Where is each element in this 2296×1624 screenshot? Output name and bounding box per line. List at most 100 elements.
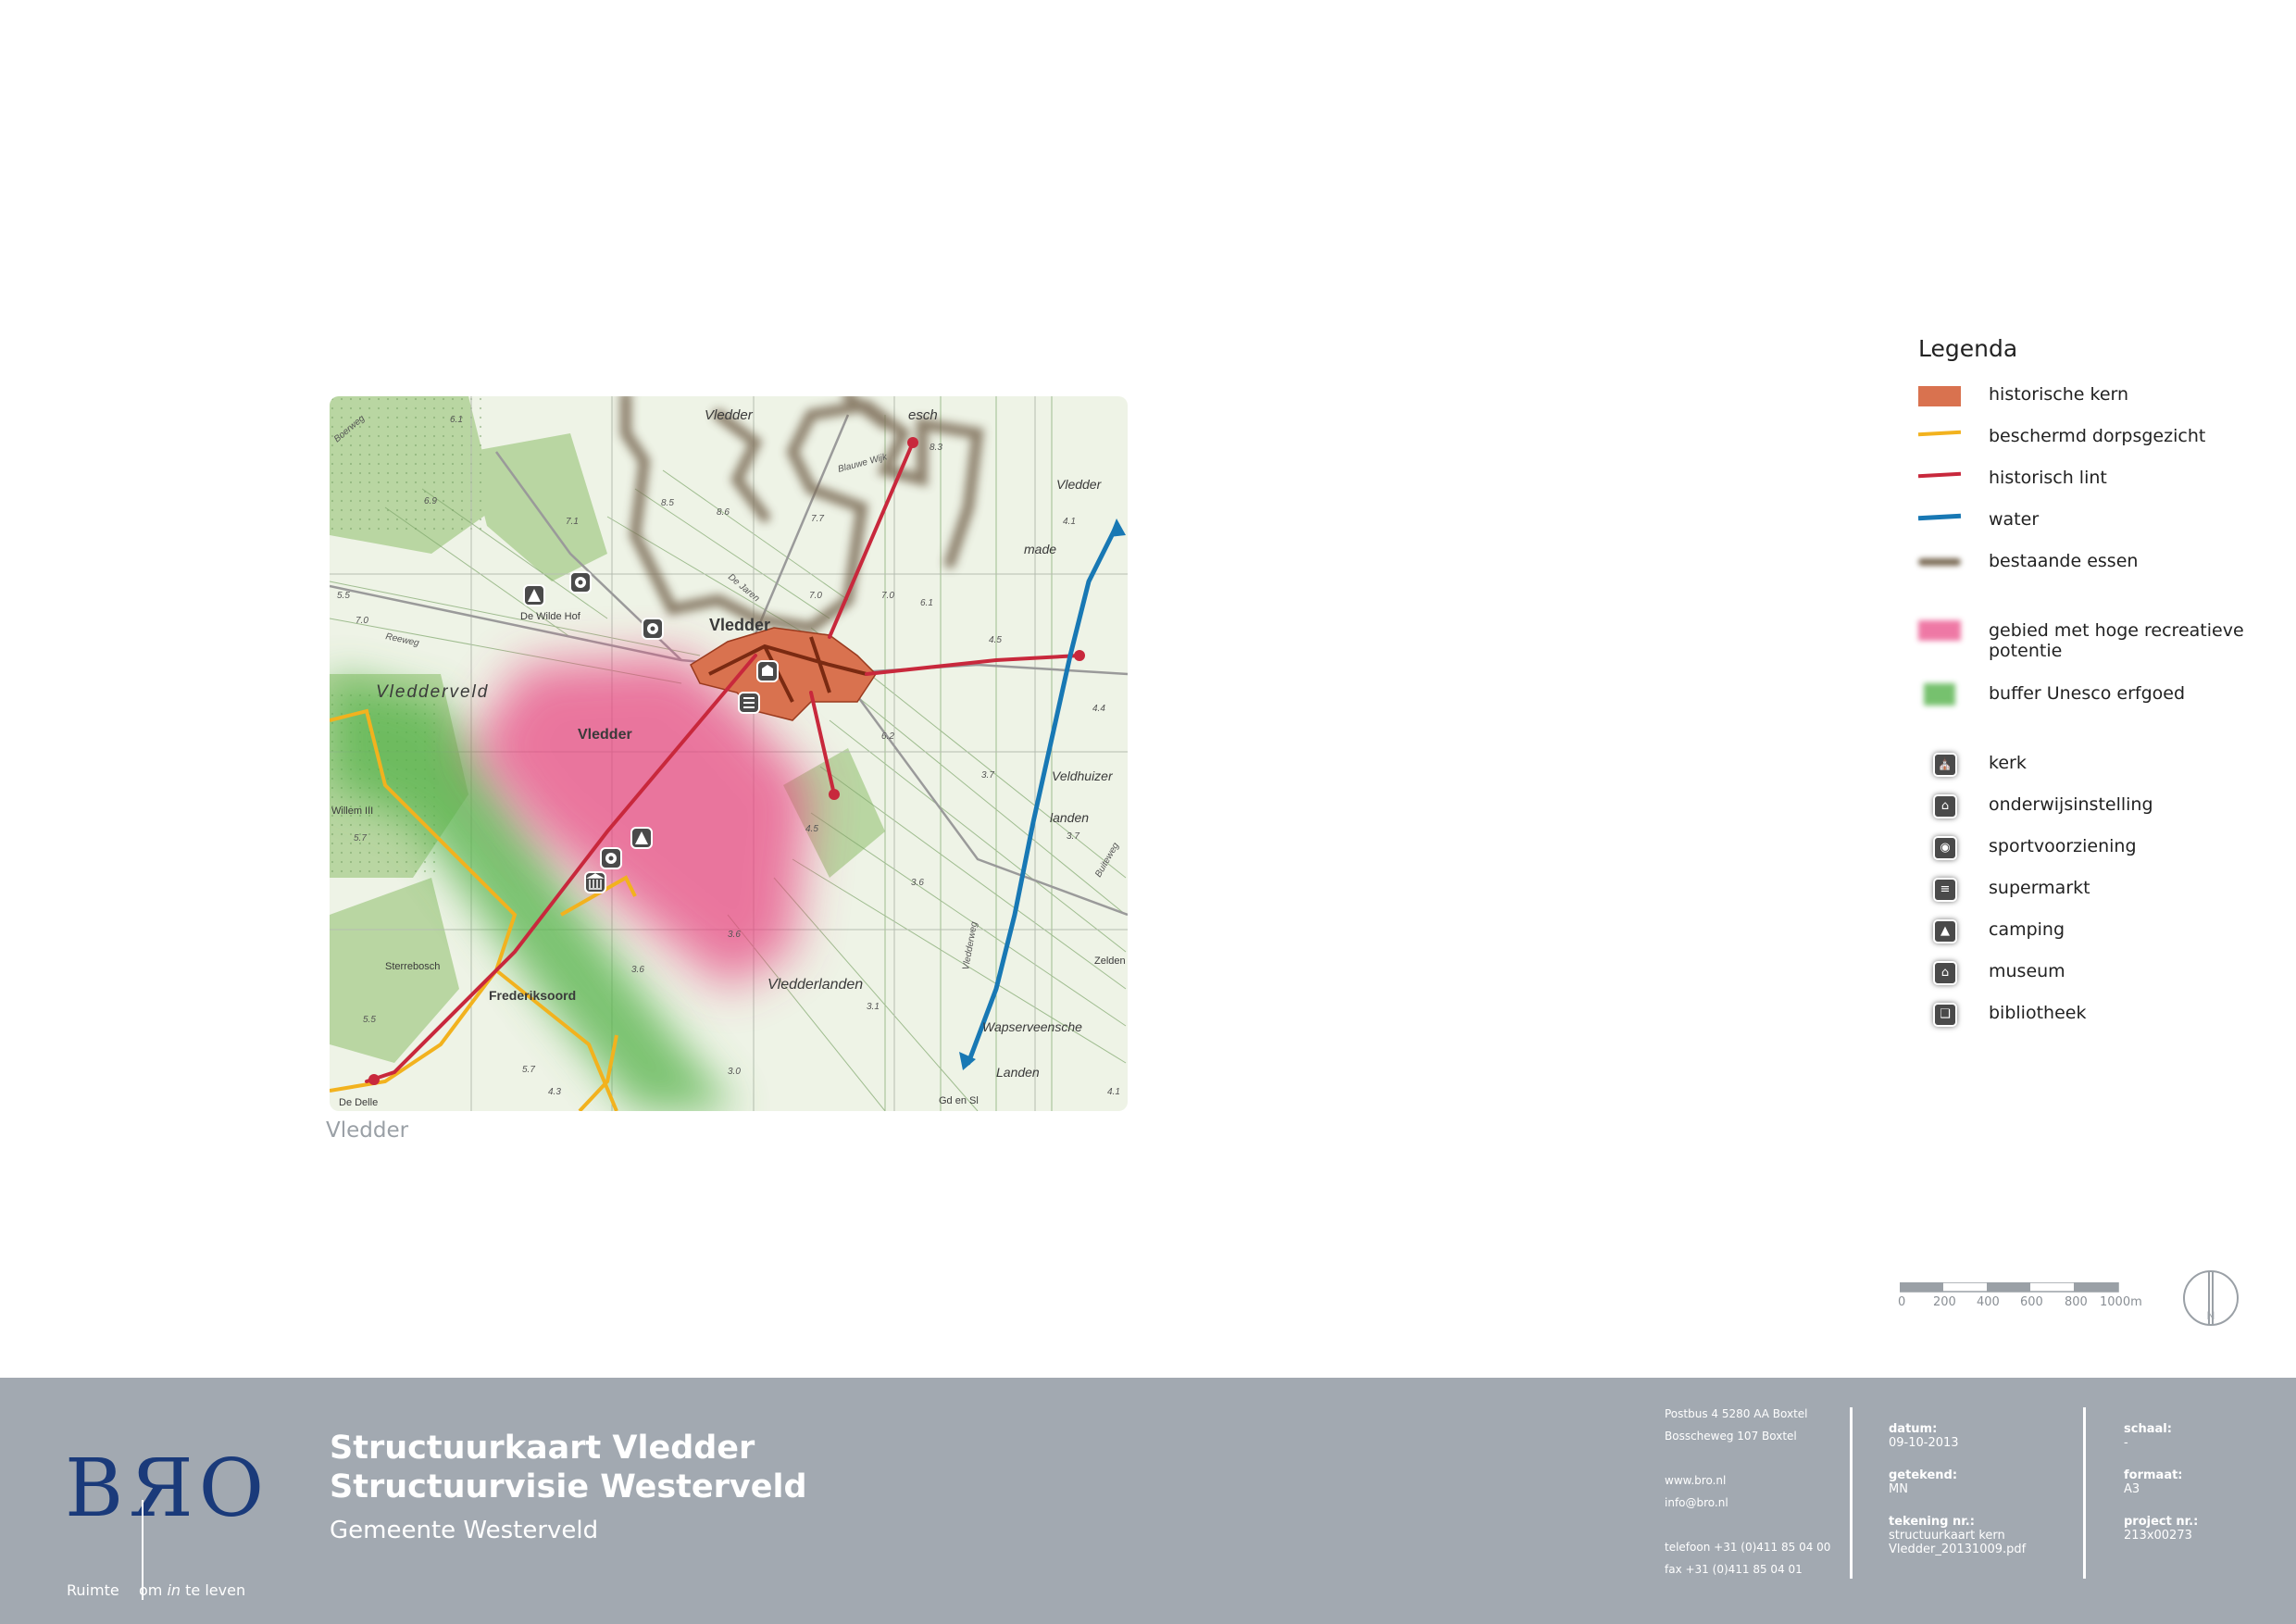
datum-label: datum:	[1889, 1422, 1938, 1436]
place-label: Gd en Sl	[939, 1095, 979, 1106]
legend-label: bibliotheek	[1989, 1003, 2087, 1023]
municipality-name: Gemeente Westerveld	[330, 1517, 599, 1544]
legend-label: museum	[1989, 961, 2065, 981]
structure-map[interactable]: Vledder esch Vledder made Vledderveld Vl…	[330, 396, 1128, 1111]
height-label: 3.7	[1067, 831, 1079, 842]
recreation-swatch	[1918, 620, 1961, 641]
height-label: 5.5	[337, 591, 350, 601]
supermarket-poi	[738, 692, 760, 714]
unesco-swatch	[1924, 683, 1955, 706]
place-label: Frederiksoord	[489, 988, 576, 1003]
scale-label: 400	[1977, 1295, 2000, 1309]
historic-ribbon-swatch	[1917, 471, 1962, 479]
drawing-title: Structuurkaart Vledder	[330, 1430, 755, 1467]
height-label: 3.6	[911, 878, 924, 888]
scale-label: 600	[2020, 1295, 2043, 1309]
legend-label: sportvoorziening	[1989, 836, 2137, 856]
logo-left-text: Ruimte	[67, 1581, 119, 1599]
logo-letters: BЯO	[65, 1443, 270, 1535]
height-label: 7.0	[881, 591, 894, 601]
legend-item-water: water	[1917, 507, 2270, 549]
legend-item-kerk: ⛪ kerk	[1918, 751, 2270, 793]
place-label: Vledderveld	[376, 682, 489, 702]
legend-item-bibliotheek: ❑ bibliotheek	[1918, 1001, 2270, 1043]
north-label: N	[2207, 1309, 2215, 1322]
scale-bar: 0 200 400 600 800 1000m	[1898, 1282, 2142, 1319]
height-label: 6.9	[424, 496, 437, 506]
height-label: 7.0	[356, 616, 368, 626]
height-label: 6.1	[920, 598, 933, 608]
legend-item-onderwijs: ⌂ onderwijsinstelling	[1918, 793, 2270, 834]
place-label: Vledder	[578, 727, 632, 743]
sport-poi	[600, 847, 622, 869]
bro-logo: BЯO Ruimte om in te leven	[65, 1443, 270, 1600]
place-label: made	[1024, 542, 1056, 556]
place-label: Sterrebosch	[385, 961, 440, 972]
email-link[interactable]: info@bro.nl	[1665, 1496, 1728, 1509]
getekend-label: getekend:	[1889, 1468, 1958, 1482]
address-street: Bosscheweg 107 Boxtel	[1665, 1430, 1797, 1443]
place-label: De Delle	[339, 1097, 378, 1108]
north-arrow: N	[2181, 1268, 2240, 1331]
place-label: esch	[908, 407, 938, 423]
legend-label: camping	[1989, 919, 2065, 940]
height-label: 3.6	[631, 965, 644, 975]
legend-item-historic-core: historische kern	[1918, 382, 2270, 424]
formaat-label: formaat:	[2124, 1468, 2183, 1482]
place-label: Veldhuizer	[1052, 768, 1114, 783]
tekening-value: structuurkaart kern Vledder_20131009.pdf	[1889, 1529, 2027, 1556]
place-label: Vledder	[709, 616, 770, 634]
legend-label: supermarkt	[1989, 878, 2090, 898]
legend-label: beschermd dorpsgezicht	[1989, 426, 2206, 446]
height-label: 7.7	[811, 514, 824, 524]
legend-item-protected-village: beschermd dorpsgezicht	[1917, 424, 2270, 466]
legend-item-historic-ribbon: historisch lint	[1917, 466, 2270, 507]
place-label: Vledderlanden	[767, 977, 863, 993]
scale-label: 200	[1933, 1295, 1956, 1309]
height-label: 5.7	[354, 833, 367, 843]
scale-label: 0	[1898, 1295, 1906, 1309]
camping-poi	[630, 827, 653, 849]
formaat-value: A3	[2124, 1482, 2140, 1496]
height-label: 4.1	[1107, 1087, 1120, 1097]
essen-swatch	[1918, 558, 1961, 566]
place-label: De Wilde Hof	[520, 611, 581, 622]
church-poi	[756, 660, 779, 682]
church-icon: ⛪	[1933, 753, 1957, 777]
legend-label: gebied met hoge recreatieve potentie	[1989, 620, 2244, 661]
legend-label: historisch lint	[1989, 468, 2107, 488]
height-label: 7.0	[809, 591, 822, 601]
place-label: Wapserveensche	[982, 1019, 1082, 1034]
protected-village-swatch	[1917, 430, 1962, 437]
height-label: 7.1	[566, 517, 579, 527]
height-label: 3.0	[728, 1067, 741, 1077]
datum-value: 09-10-2013	[1889, 1436, 1959, 1450]
legend-item-camping: ▲ camping	[1918, 918, 2270, 959]
supermarket-icon: ≡	[1933, 878, 1957, 902]
place-label: Zelden	[1094, 956, 1126, 967]
height-label: 6.2	[881, 731, 894, 742]
legend-label: bestaande essen	[1989, 551, 2139, 571]
legend-item-sport: ◉ sportvoorziening	[1918, 834, 2270, 876]
height-label: 4.3	[548, 1087, 561, 1097]
height-label: 4.5	[989, 635, 1002, 645]
project-value: 213x00273	[2124, 1529, 2192, 1543]
height-label: 5.5	[363, 1015, 376, 1025]
place-label: landen	[1050, 810, 1089, 825]
place-label: Willem III	[331, 806, 373, 817]
height-label: 8.3	[930, 443, 942, 453]
project-label: project nr.:	[2124, 1515, 2199, 1529]
height-label: 8.6	[717, 507, 730, 518]
website-link[interactable]: www.bro.nl	[1665, 1474, 1726, 1487]
compass-icon: N	[2183, 1270, 2239, 1326]
historic-core-swatch	[1918, 386, 1961, 406]
place-label: Vledder	[705, 407, 754, 423]
camping-poi	[523, 584, 545, 606]
sport-poi	[642, 618, 664, 640]
schaal-label: schaal:	[2124, 1422, 2172, 1436]
water-swatch	[1917, 513, 1962, 521]
legend-title: Legenda	[1918, 335, 2018, 362]
logo-tagline: om in te leven	[139, 1581, 246, 1599]
sport-poi	[569, 571, 592, 593]
legend-item-supermarkt: ≡ supermarkt	[1918, 876, 2270, 918]
